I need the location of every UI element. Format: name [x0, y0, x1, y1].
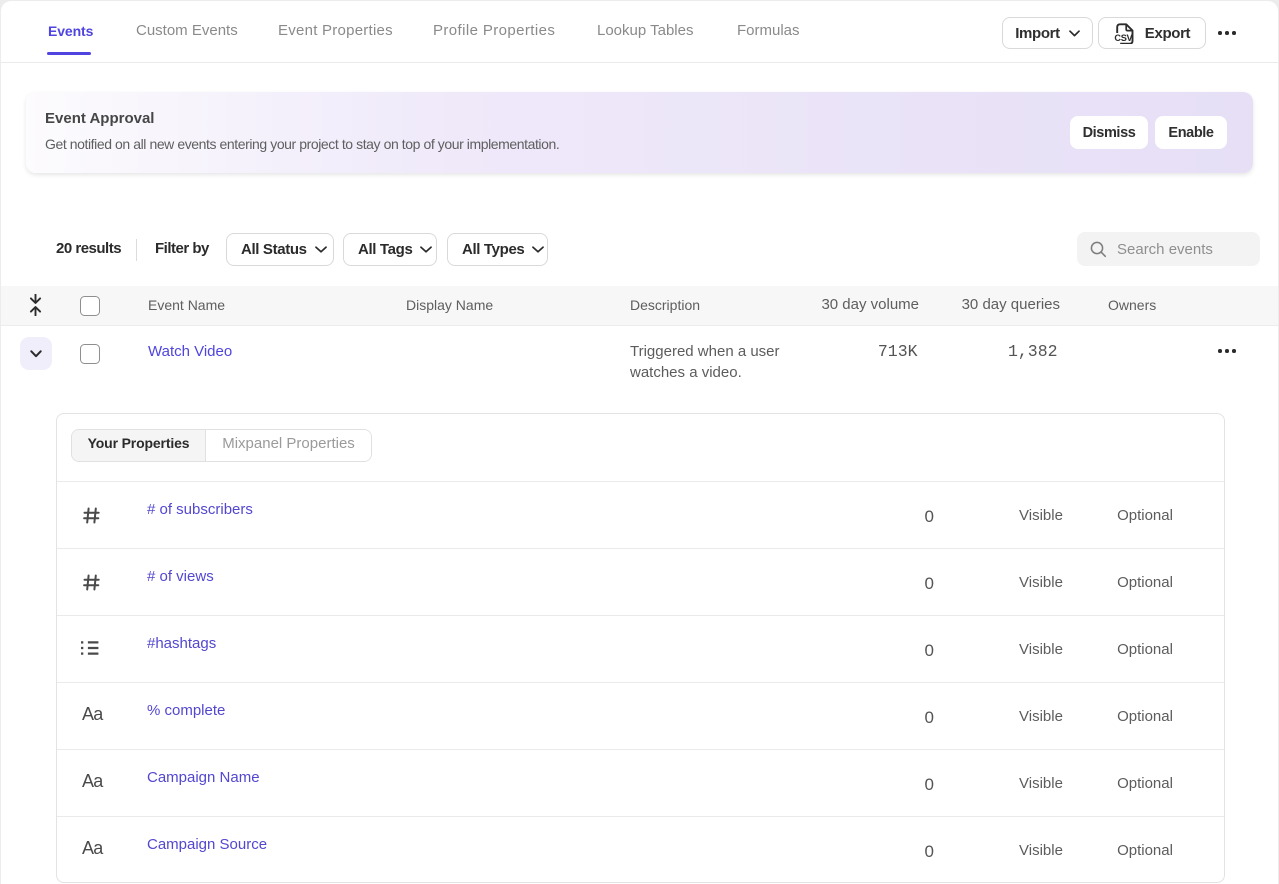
- svg-text:CSV: CSV: [1114, 32, 1133, 42]
